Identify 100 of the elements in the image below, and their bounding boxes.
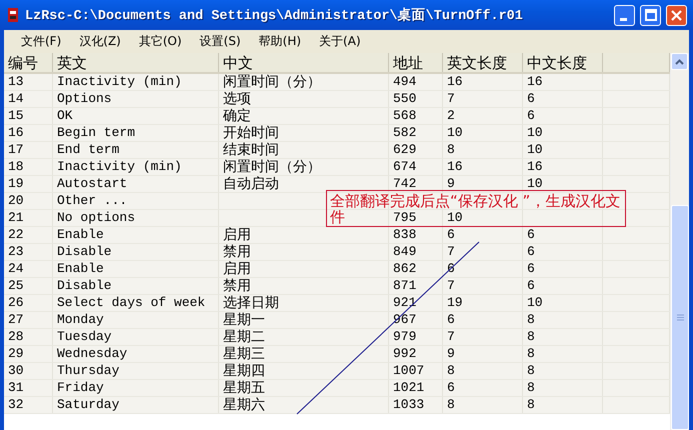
table-cell: 10	[447, 125, 463, 140]
table-cell: 550	[393, 91, 416, 106]
table-cell: 选择日期	[223, 295, 279, 311]
scroll-up-button[interactable]	[671, 53, 688, 70]
table-cell: 19	[8, 176, 24, 191]
table-cell: 568	[393, 108, 416, 123]
table-cell: 8	[447, 363, 455, 378]
table-cell: 8	[527, 329, 535, 344]
close-button[interactable]	[666, 4, 687, 26]
table-cell: 星期六	[223, 397, 265, 413]
table-cell: Enable	[57, 261, 104, 276]
table-cell: 494	[393, 74, 416, 89]
table-cell: 16	[447, 159, 463, 174]
menu-item[interactable]: 其它(O)	[130, 31, 191, 52]
column-header[interactable]: 英文长度	[443, 53, 523, 72]
table-cell: 742	[393, 176, 416, 191]
table-cell: Tuesday	[57, 329, 112, 344]
table-cell: 582	[393, 125, 416, 140]
close-icon	[671, 10, 682, 20]
table-cell: 禁用	[223, 278, 251, 294]
table-cell: 启用	[223, 261, 251, 277]
grip-icon	[676, 314, 684, 321]
table-cell: 16	[527, 159, 543, 174]
table-cell: 6	[527, 244, 535, 259]
table-cell: Friday	[57, 380, 104, 395]
maximize-icon	[644, 9, 656, 21]
table-cell: 1007	[393, 363, 424, 378]
table-cell: 8	[527, 346, 535, 361]
table-cell: Disable	[57, 278, 112, 293]
app-icon	[6, 7, 20, 23]
window-title: LzRsc-C:\Documents and Settings\Administrator\桌面\TurnOff.r01	[25, 6, 524, 24]
table-cell: 7	[447, 244, 455, 259]
table-cell: 838	[393, 227, 416, 242]
menu-item[interactable]: 关于(A)	[310, 31, 370, 52]
column-header[interactable]: 中文长度	[523, 53, 603, 72]
menu-item[interactable]: 帮助(H)	[250, 31, 310, 52]
table-cell: Other ...	[57, 193, 128, 208]
table-cell: Begin term	[57, 125, 136, 140]
table-cell: Enable	[57, 227, 104, 242]
table-cell: 13	[8, 74, 24, 89]
table-cell: 22	[8, 227, 24, 242]
table-cell: 29	[8, 346, 24, 361]
menu-item[interactable]: 设置(S)	[190, 31, 250, 52]
table-cell: 795	[393, 210, 416, 225]
table-cell: 1021	[393, 380, 424, 395]
scrollbar-thumb[interactable]	[671, 205, 689, 430]
table-cell: Select days of week	[57, 295, 206, 310]
table-cell: 6	[527, 108, 535, 123]
table-cell: 9	[447, 176, 455, 191]
column-header[interactable]: 中文	[219, 53, 389, 72]
maximize-button[interactable]	[640, 4, 661, 26]
table-cell: 自动启动	[223, 176, 279, 192]
table-cell: 6	[527, 227, 535, 242]
table-cell: 确定	[223, 108, 251, 124]
table-cell: 16	[527, 74, 543, 89]
column-header[interactable]: 英文	[53, 53, 219, 72]
table-cell: 6	[447, 312, 455, 327]
table-cell: 21	[8, 210, 24, 225]
table-cell: 32	[8, 397, 24, 412]
table-cell: Options	[57, 91, 112, 106]
table-cell: 26	[8, 295, 24, 310]
table-cell: 6	[527, 91, 535, 106]
column-header[interactable]: 地址	[389, 53, 443, 72]
table-cell: 8	[527, 397, 535, 412]
table-cell: 开始时间	[223, 125, 279, 141]
table-cell: 921	[393, 295, 416, 310]
table-cell: 25	[8, 278, 24, 293]
table-cell: 16	[447, 74, 463, 89]
table-cell: 10	[527, 295, 543, 310]
table-cell: Saturday	[57, 397, 120, 412]
menu-item[interactable]: 汉化(Z)	[70, 31, 130, 52]
table-cell: 27	[8, 312, 24, 327]
table-cell: 星期四	[223, 363, 265, 379]
table-cell: 7	[447, 329, 455, 344]
table-cell: 992	[393, 346, 416, 361]
table-cell: End term	[57, 142, 120, 157]
menu-item[interactable]: 文件(F)	[12, 31, 70, 52]
table-cell: 8	[527, 312, 535, 327]
table-cell: 24	[8, 261, 24, 276]
table-cell: 星期一	[223, 312, 265, 328]
table-cell: 结束时间	[223, 142, 279, 158]
table-cell: 23	[8, 244, 24, 259]
table-cell: Inactivity (min)	[57, 159, 182, 174]
table-cell: 19	[447, 295, 463, 310]
table-cell: 启用	[223, 227, 251, 243]
table-cell: Autostart	[57, 176, 128, 191]
table-cell: 8	[527, 363, 535, 378]
table-cell: Thursday	[57, 363, 120, 378]
table-cell: 28	[8, 329, 24, 344]
table-cell: 14	[8, 91, 24, 106]
caret-up-icon	[675, 58, 684, 64]
table-cell: 禁用	[223, 244, 251, 260]
table-cell: 871	[393, 278, 416, 293]
minimize-button[interactable]	[614, 4, 635, 26]
table-cell: 862	[393, 261, 416, 276]
column-header[interactable]: 编号	[4, 53, 53, 72]
table-cell: 6	[527, 278, 535, 293]
minimize-icon	[620, 18, 626, 20]
table-cell: No options	[57, 210, 136, 225]
table-cell: 闲置时间（分）	[223, 159, 321, 175]
